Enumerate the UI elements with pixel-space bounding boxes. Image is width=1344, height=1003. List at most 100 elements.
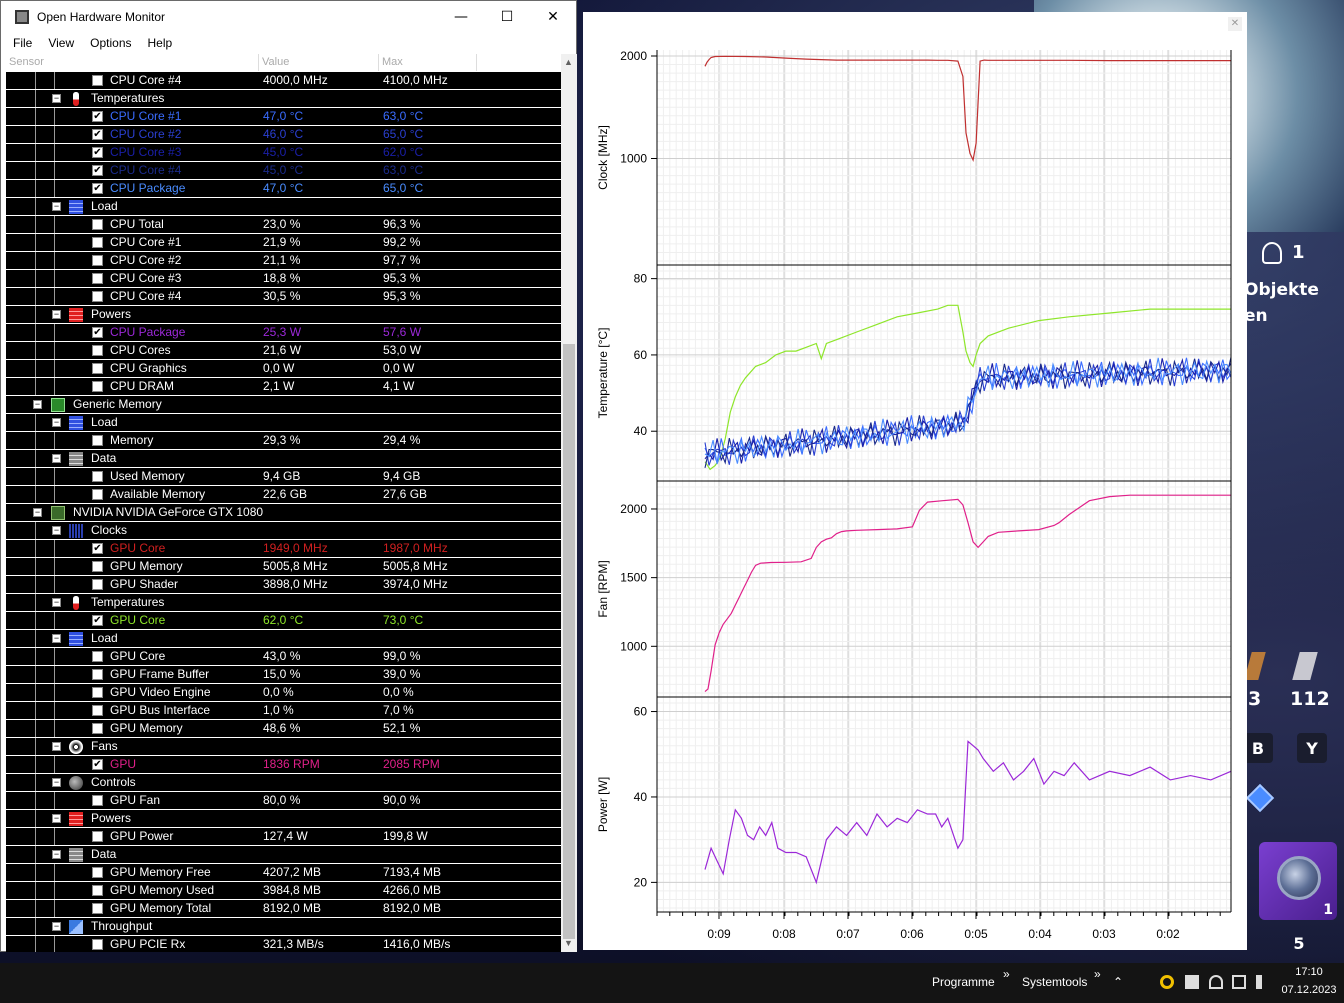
sensor-row[interactable]: CPU Core #1 21,9 % 99,2 % bbox=[6, 234, 561, 252]
plot-checkbox[interactable]: ✔ bbox=[92, 165, 103, 176]
taskbar-date[interactable]: 07.12.2023 bbox=[1279, 984, 1339, 996]
collapse-toggle-icon[interactable]: − bbox=[52, 922, 61, 931]
sensor-row[interactable]: ✔ GPU 1836 RPM 2085 RPM bbox=[6, 756, 561, 774]
column-max[interactable]: Max bbox=[379, 54, 477, 71]
sensor-row[interactable]: ✔ CPU Package 47,0 °C 65,0 °C bbox=[6, 180, 561, 198]
plot-checkbox[interactable] bbox=[92, 561, 103, 572]
taskbar-programme[interactable]: Programme bbox=[932, 975, 995, 989]
plot-checkbox[interactable] bbox=[92, 903, 103, 914]
sensor-row[interactable]: Used Memory 9,4 GB 9,4 GB bbox=[6, 468, 561, 486]
plot-checkbox[interactable]: ✔ bbox=[92, 543, 103, 554]
tray-app-icon[interactable] bbox=[1185, 975, 1199, 989]
category-row[interactable]: − Temperatures bbox=[6, 594, 561, 612]
plot-checkbox[interactable] bbox=[92, 795, 103, 806]
sensor-row[interactable]: CPU Core #2 21,1 % 97,7 % bbox=[6, 252, 561, 270]
plot-checkbox[interactable] bbox=[92, 435, 103, 446]
collapse-toggle-icon[interactable]: − bbox=[52, 850, 61, 859]
plot-checkbox[interactable] bbox=[92, 705, 103, 716]
category-row[interactable]: − Clocks bbox=[6, 522, 561, 540]
plot-checkbox[interactable] bbox=[92, 75, 103, 86]
collapse-toggle-icon[interactable]: − bbox=[52, 742, 61, 751]
category-row[interactable]: − Data bbox=[6, 846, 561, 864]
taskbar-systemtools[interactable]: Systemtools bbox=[1022, 975, 1087, 989]
category-row[interactable]: − Load bbox=[6, 414, 561, 432]
plot-close-button[interactable]: ✕ bbox=[1228, 17, 1242, 31]
category-row[interactable]: − Powers bbox=[6, 306, 561, 324]
tray-monitor-icon[interactable] bbox=[1232, 975, 1246, 989]
sensor-row[interactable]: Memory 29,3 % 29,4 % bbox=[6, 432, 561, 450]
sensor-row[interactable]: GPU Fan 80,0 % 90,0 % bbox=[6, 792, 561, 810]
collapse-toggle-icon[interactable]: − bbox=[52, 778, 61, 787]
plot-checkbox[interactable]: ✔ bbox=[92, 111, 103, 122]
plot-checkbox[interactable] bbox=[92, 381, 103, 392]
collapse-toggle-icon[interactable]: − bbox=[52, 814, 61, 823]
sensor-row[interactable]: GPU Power 127,4 W 199,8 W bbox=[6, 828, 561, 846]
sensor-row[interactable]: GPU Core 43,0 % 99,0 % bbox=[6, 648, 561, 666]
minimize-button[interactable]: — bbox=[438, 1, 484, 33]
plot-checkbox[interactable] bbox=[92, 651, 103, 662]
sensor-row[interactable]: CPU Core #3 18,8 % 95,3 % bbox=[6, 270, 561, 288]
hardware-row[interactable]: − NVIDIA NVIDIA GeForce GTX 1080 bbox=[6, 504, 561, 522]
sensor-row[interactable]: ✔ CPU Package 25,3 W 57,6 W bbox=[6, 324, 561, 342]
sensor-row[interactable]: CPU DRAM 2,1 W 4,1 W bbox=[6, 378, 561, 396]
sensor-row[interactable]: ✔ CPU Core #2 46,0 °C 65,0 °C bbox=[6, 126, 561, 144]
category-row[interactable]: − Throughput bbox=[6, 918, 561, 936]
sensor-row[interactable]: GPU Memory Total 8192,0 MB 8192,0 MB bbox=[6, 900, 561, 918]
menu-view[interactable]: View bbox=[40, 36, 82, 50]
collapse-toggle-icon[interactable]: − bbox=[33, 400, 42, 409]
plot-checkbox[interactable] bbox=[92, 345, 103, 356]
plot-checkbox[interactable] bbox=[92, 489, 103, 500]
collapse-toggle-icon[interactable]: − bbox=[52, 634, 61, 643]
plot-checkbox[interactable] bbox=[92, 669, 103, 680]
plot-checkbox[interactable] bbox=[92, 273, 103, 284]
close-button[interactable]: ✕ bbox=[530, 1, 576, 33]
tray-volume-icon[interactable] bbox=[1256, 975, 1270, 989]
scroll-thumb[interactable] bbox=[563, 344, 575, 939]
sensor-row[interactable]: CPU Cores 21,6 W 53,0 W bbox=[6, 342, 561, 360]
maximize-button[interactable]: ☐ bbox=[484, 1, 530, 33]
column-sensor[interactable]: Sensor bbox=[6, 54, 259, 71]
sensor-row[interactable]: ✔ CPU Core #1 47,0 °C 63,0 °C bbox=[6, 108, 561, 126]
menu-options[interactable]: Options bbox=[82, 36, 139, 50]
plot-checkbox[interactable] bbox=[92, 363, 103, 374]
sensor-row[interactable]: GPU Bus Interface 1,0 % 7,0 % bbox=[6, 702, 561, 720]
column-value[interactable]: Value bbox=[259, 54, 379, 71]
plot-checkbox[interactable] bbox=[92, 885, 103, 896]
collapse-toggle-icon[interactable]: − bbox=[52, 454, 61, 463]
title-bar[interactable]: Open Hardware Monitor — ☐ ✕ bbox=[1, 1, 576, 33]
collapse-toggle-icon[interactable]: − bbox=[33, 508, 42, 517]
taskbar-time[interactable]: 17:10 bbox=[1287, 966, 1331, 978]
sensor-row[interactable]: Available Memory 22,6 GB 27,6 GB bbox=[6, 486, 561, 504]
plot-checkbox[interactable]: ✔ bbox=[92, 327, 103, 338]
plot-checkbox[interactable]: ✔ bbox=[92, 147, 103, 158]
scroll-down-icon[interactable]: ▼ bbox=[564, 938, 573, 948]
menu-file[interactable]: File bbox=[5, 36, 40, 50]
sensor-row[interactable]: ✔ CPU Core #3 45,0 °C 62,0 °C bbox=[6, 144, 561, 162]
plot-checkbox[interactable]: ✔ bbox=[92, 615, 103, 626]
plot-checkbox[interactable]: ✔ bbox=[92, 183, 103, 194]
category-row[interactable]: − Fans bbox=[6, 738, 561, 756]
plot-checkbox[interactable] bbox=[92, 687, 103, 698]
category-row[interactable]: − Powers bbox=[6, 810, 561, 828]
category-row[interactable]: − Controls bbox=[6, 774, 561, 792]
collapse-toggle-icon[interactable]: − bbox=[52, 598, 61, 607]
plot-checkbox[interactable] bbox=[92, 867, 103, 878]
plot-checkbox[interactable] bbox=[92, 237, 103, 248]
sensor-row[interactable]: ✔ GPU Core 62,0 °C 73,0 °C bbox=[6, 612, 561, 630]
sensor-row[interactable]: GPU Memory Used 3984,8 MB 4266,0 MB bbox=[6, 882, 561, 900]
taskbar-systemtools-chevron-icon[interactable]: » bbox=[1094, 967, 1101, 981]
plot-checkbox[interactable] bbox=[92, 831, 103, 842]
sensor-row[interactable]: GPU Memory 48,6 % 52,1 % bbox=[6, 720, 561, 738]
sensor-row[interactable]: GPU Video Engine 0,0 % 0,0 % bbox=[6, 684, 561, 702]
menu-help[interactable]: Help bbox=[140, 36, 181, 50]
plot-checkbox[interactable] bbox=[92, 291, 103, 302]
sensor-row[interactable]: GPU PCIE Rx 321,3 MB/s 1416,0 MB/s bbox=[6, 936, 561, 952]
sensor-row[interactable]: CPU Core #4 4000,0 MHz 4100,0 MHz bbox=[6, 72, 561, 90]
tray-network-icon[interactable] bbox=[1209, 975, 1223, 989]
tray-ohm-icon[interactable] bbox=[1160, 975, 1174, 989]
sensor-row[interactable]: GPU Memory 5005,8 MHz 5005,8 MHz bbox=[6, 558, 561, 576]
category-row[interactable]: − Temperatures bbox=[6, 90, 561, 108]
plot-checkbox[interactable]: ✔ bbox=[92, 129, 103, 140]
category-row[interactable]: − Data bbox=[6, 450, 561, 468]
category-row[interactable]: − Load bbox=[6, 630, 561, 648]
